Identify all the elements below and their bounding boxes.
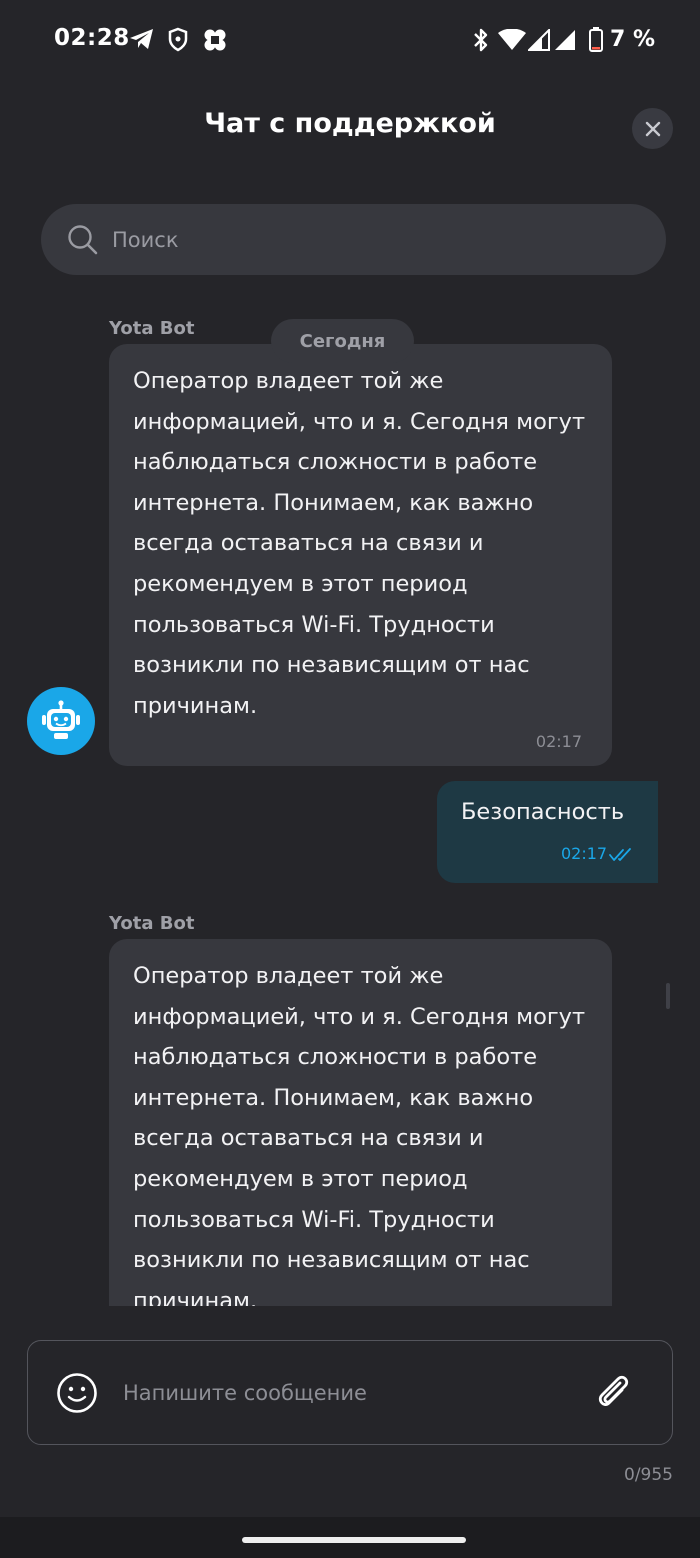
telegram-icon (130, 29, 153, 49)
navigation-bar (0, 1517, 700, 1558)
status-time: 02:28 (54, 25, 130, 51)
robot-icon (42, 700, 80, 739)
attach-icon[interactable] (591, 1370, 635, 1414)
message-sender: Yota Bot (109, 318, 195, 339)
wifi-icon (498, 29, 526, 50)
search-input[interactable] (112, 220, 612, 260)
app-icon (204, 29, 226, 51)
bluetooth-icon (474, 28, 488, 52)
message-time: 02:17 (535, 732, 582, 752)
character-counter: 0/955 (624, 1465, 673, 1485)
bot-avatar (27, 687, 95, 755)
chat-messages[interactable]: Yota Bot Оператор владеет той же информа… (0, 300, 700, 1306)
message-text: Оператор владеет той же информацией, что… (133, 368, 586, 719)
close-icon (645, 121, 660, 136)
chat-screen: 02:28 7 % Чат с поддержкой Поиск Yota Bo… (0, 0, 700, 1558)
search-bar[interactable] (41, 204, 666, 275)
emoji-icon[interactable] (56, 1372, 98, 1414)
message-sender: Yota Bot (109, 913, 195, 934)
message-bubble-outgoing: Безопасность 02:17 (437, 781, 658, 883)
message-time: 02:17 (561, 844, 608, 863)
page-title: Чат с поддержкой (204, 108, 496, 139)
status-bar: 02:28 7 % (0, 0, 700, 80)
date-separator: Сегодня (271, 319, 414, 363)
signal-icon (555, 30, 575, 50)
message-text: Оператор владеет той же информацией, что… (133, 963, 586, 1306)
shield-icon (168, 27, 188, 52)
message-bubble-incoming: Оператор владеет той же информацией, что… (109, 939, 612, 1306)
message-text: Безопасность (461, 799, 625, 825)
home-handle[interactable] (242, 1537, 466, 1543)
signal-icon (528, 29, 550, 51)
double-check-icon (609, 848, 631, 861)
battery-icon (589, 27, 603, 52)
close-button[interactable] (632, 108, 673, 149)
scrollbar-thumb[interactable] (666, 983, 670, 1009)
message-input[interactable] (123, 1373, 563, 1413)
message-composer[interactable] (27, 1340, 673, 1445)
search-icon (68, 225, 98, 255)
battery-percent: 7 % (610, 27, 656, 52)
message-bubble-incoming: Оператор владеет той же информацией, что… (109, 344, 612, 766)
